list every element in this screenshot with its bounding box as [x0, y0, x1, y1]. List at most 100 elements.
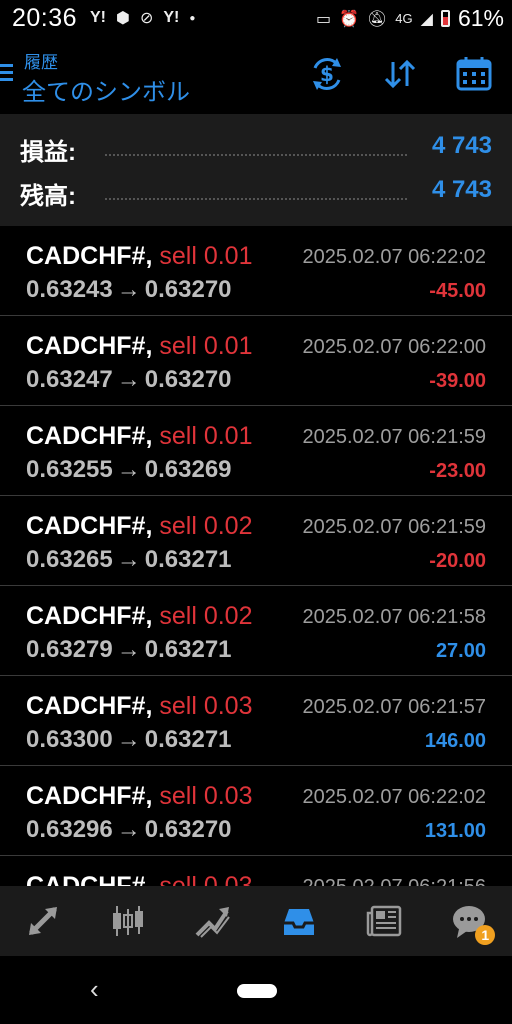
deal-row[interactable]: CADCHF#, sell 0.02 0.63265 → 0.63271 2025.02…	[0, 496, 512, 586]
deal-row[interactable]: CADCHF#, sell 0.03 0.63296 → 0.63270 2025.02…	[0, 766, 512, 856]
signal-icon: ◢	[420, 10, 433, 28]
status-bar: 20:36 Y! ⬢ ⊘ Y! ● ▭ ⏰ 🔕︎ 4G ◢ 61%	[0, 0, 512, 38]
nav-news[interactable]	[354, 891, 414, 951]
deal-time: 2025.02.07 06:21:59	[302, 516, 486, 538]
deal-row[interactable]: CADCHF#, sell 0.01 0.63255 → 0.63269 2025.02…	[0, 406, 512, 496]
open-price: 0.63279	[26, 636, 113, 663]
calendar-button[interactable]	[452, 52, 496, 96]
deal-time: 2025.02.07 06:22:02	[302, 246, 486, 268]
arrow-icon: →	[116, 726, 141, 753]
nav-trade[interactable]	[183, 891, 243, 951]
news-icon	[366, 905, 402, 937]
cast-icon: ▭	[315, 10, 332, 28]
system-icons: ▭ ⏰ 🔕︎ 4G ◢ 61%	[316, 5, 504, 32]
symbol-filter-title[interactable]: 全てのシンボル	[22, 72, 190, 107]
deal-row[interactable]: CADCHF#, sell 0.02 0.63279 → 0.63271 2025.02…	[0, 586, 512, 676]
deal-row[interactable]: CADCHF#, sell 0.03 0.63300 → 0.63271 2025.02…	[0, 676, 512, 766]
mute-icon: 🔕︎	[366, 10, 388, 28]
deal-side-volume: sell 0.01	[159, 332, 253, 360]
nav-quotes[interactable]	[13, 891, 73, 951]
deal-symbol: CADCHF#, sell 0.03	[26, 872, 252, 886]
deal-prices: 0.63279 → 0.63271	[26, 636, 232, 664]
calendar-icon	[456, 57, 492, 91]
open-price: 0.63265	[26, 546, 113, 573]
notification-icons: Y! ⬢ ⊘ Y! ●	[90, 8, 195, 28]
arrow-icon: →	[116, 636, 141, 663]
deal-prices: 0.63300 → 0.63271	[26, 726, 232, 754]
app-icon: ⬢	[116, 10, 130, 27]
deal-side-volume: sell 0.03	[159, 782, 253, 810]
page-subtitle: 履歴	[24, 53, 58, 72]
currency-icon: $	[313, 58, 341, 90]
deal-prices: 0.63265 → 0.63271	[26, 546, 232, 574]
deal-side-volume: sell 0.01	[159, 422, 253, 450]
menu-icon[interactable]	[0, 64, 14, 84]
deal-symbol: CADCHF#, sell 0.01	[26, 332, 252, 361]
open-price: 0.63243	[26, 276, 113, 303]
deal-prices: 0.63243 → 0.63270	[26, 276, 232, 304]
back-icon[interactable]: ‹	[90, 974, 99, 1005]
open-price: 0.63300	[26, 726, 113, 753]
close-price: 0.63270	[144, 816, 232, 843]
battery-icon	[440, 10, 450, 27]
deal-prices: 0.63247 → 0.63270	[26, 366, 232, 394]
profit-value: 4 743	[431, 132, 492, 159]
deal-row[interactable]: CADCHF#, sell 0.03 2025.02.07 06:21:56	[0, 856, 512, 886]
deal-row[interactable]: CADCHF#, sell 0.01 0.63247 → 0.63270 2025.02…	[0, 316, 512, 406]
arrow-icon: →	[116, 366, 141, 393]
deal-row[interactable]: CADCHF#, sell 0.01 0.63243 → 0.63270 2025.02…	[0, 226, 512, 316]
quotes-icon	[28, 907, 57, 935]
dot-icon: ●	[189, 12, 196, 24]
deal-symbol: CADCHF#, sell 0.02	[26, 512, 252, 541]
deal-symbol: CADCHF#, sell 0.01	[26, 422, 252, 451]
dotted-leader	[105, 198, 407, 200]
arrow-icon: →	[116, 546, 141, 573]
history-icon	[283, 909, 314, 935]
symbol-text: CADCHF#,	[26, 782, 153, 810]
deal-symbol: CADCHF#, sell 0.02	[26, 602, 252, 631]
symbol-text: CADCHF#,	[26, 692, 153, 720]
deal-prices: 0.63255 → 0.63269	[26, 456, 232, 484]
battery-percent: 61%	[457, 5, 504, 31]
home-handle[interactable]	[237, 984, 277, 998]
app-header: 履歴 全てのシンボル $	[0, 38, 512, 114]
deal-prices: 0.63296 → 0.63270	[26, 816, 232, 844]
deal-side-volume: sell 0.01	[159, 242, 253, 270]
sort-button[interactable]	[378, 52, 422, 96]
close-price: 0.63271	[144, 726, 232, 753]
yahoo-icon: Y!	[90, 9, 106, 26]
yahoo-icon: Y!	[163, 9, 180, 26]
trade-icon	[195, 907, 231, 938]
balance-label: 残高:	[20, 183, 76, 210]
close-price: 0.63269	[144, 456, 232, 483]
deal-profit: -23.00	[429, 460, 486, 482]
screen: 20:36 Y! ⬢ ⊘ Y! ● ▭ ⏰ 🔕︎ 4G ◢ 61% 履歴 全ての…	[0, 0, 512, 1024]
deals-list[interactable]: CADCHF#, sell 0.01 0.63243 → 0.63270 2025.02…	[0, 226, 512, 886]
deal-profit: -20.00	[429, 550, 486, 572]
deal-profit: 146.00	[424, 730, 486, 752]
arrow-icon: →	[116, 276, 141, 303]
nav-chart[interactable]	[98, 891, 158, 951]
deal-symbol: CADCHF#, sell 0.03	[26, 692, 252, 721]
dotted-leader	[105, 154, 407, 156]
system-nav-bar: ‹	[0, 956, 512, 1024]
deal-time: 2025.02.07 06:22:00	[302, 336, 486, 358]
deal-profit: -45.00	[429, 280, 486, 302]
nav-chat[interactable]: 1	[439, 891, 499, 951]
open-price: 0.63247	[26, 366, 113, 393]
deal-time: 2025.02.07 06:21:57	[302, 696, 486, 718]
currency-toggle-button[interactable]: $	[305, 52, 349, 96]
chart-icon	[112, 906, 143, 936]
blocked-icon: ⊘	[139, 10, 154, 27]
close-price: 0.63271	[144, 636, 232, 663]
deal-profit: 27.00	[435, 640, 486, 662]
profit-label: 損益:	[20, 139, 76, 166]
deal-symbol: CADCHF#, sell 0.01	[26, 242, 252, 271]
symbol-text: CADCHF#,	[26, 512, 153, 540]
deal-time: 2025.02.07 06:21:59	[302, 426, 486, 448]
chat-badge: 1	[475, 925, 496, 945]
summary-row-profit: 損益: 4 743	[0, 128, 512, 168]
nav-history[interactable]	[269, 891, 329, 951]
arrow-icon: →	[116, 816, 141, 843]
symbol-text: CADCHF#,	[26, 332, 153, 360]
